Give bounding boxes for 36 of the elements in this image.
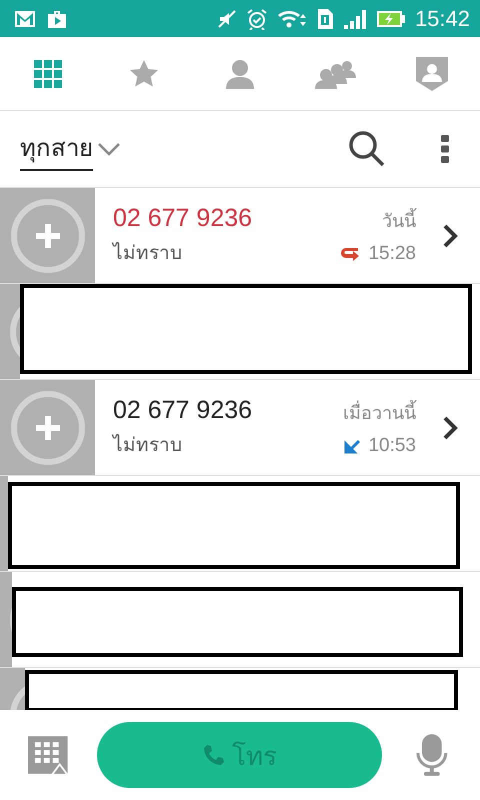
avatar-placeholder[interactable]: [0, 188, 95, 283]
shield-person-icon[interactable]: [415, 56, 449, 92]
mail-icon: [14, 10, 36, 28]
more-options-icon[interactable]: [440, 134, 450, 164]
sim-icon: [316, 8, 334, 30]
missed-call-arrow-icon: [340, 246, 360, 262]
star-icon[interactable]: [129, 59, 159, 88]
phone-number: 02 677 9236: [113, 204, 254, 233]
microphone-icon[interactable]: [416, 733, 448, 777]
chevron-right-icon[interactable]: [442, 414, 458, 440]
person-icon[interactable]: [225, 58, 255, 88]
signal-icon: [342, 8, 367, 30]
caller-label: ไม่ทราบ: [113, 241, 183, 266]
caller-label: ไม่ทราบ: [113, 433, 183, 458]
dialpad-hide-icon[interactable]: [27, 735, 69, 775]
add-contact-icon: [10, 390, 86, 466]
clock-text: 15:42: [414, 6, 470, 32]
call-time: 10:53: [368, 435, 416, 457]
call-date: วันนี้: [382, 206, 416, 235]
add-contact-icon: [10, 198, 86, 274]
search-icon[interactable]: [348, 130, 386, 168]
chevron-right-icon[interactable]: [442, 222, 458, 248]
call-date: เมื่อวานนี้: [343, 398, 416, 427]
incoming-call-arrow-icon: [344, 438, 360, 454]
phone-icon: [202, 743, 226, 767]
call-time: 15:28: [368, 243, 416, 265]
phone-number: 02 677 9236: [113, 396, 254, 425]
filter-dropdown[interactable]: ทุกสาย: [20, 128, 121, 170]
avatar-edge[interactable]: [0, 572, 12, 667]
battery-charging-icon: [376, 8, 406, 28]
avatar-edge[interactable]: [0, 284, 20, 379]
avatar-placeholder[interactable]: [0, 380, 95, 475]
alarm-icon: [246, 8, 268, 30]
dialpad-icon[interactable]: [34, 60, 62, 88]
chevron-down-icon: [97, 142, 121, 156]
mute-icon: [216, 8, 237, 28]
